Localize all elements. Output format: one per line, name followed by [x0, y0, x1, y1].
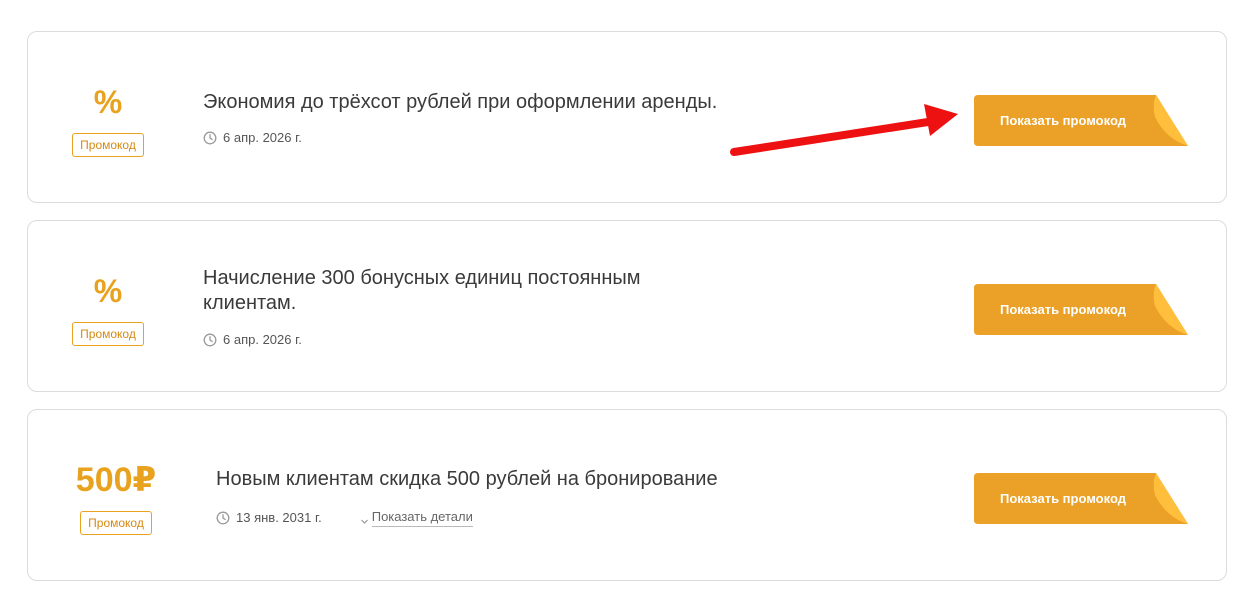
- show-promocode-label: Показать промокод: [1000, 113, 1126, 128]
- promo-value: 500₽: [75, 461, 157, 499]
- promo-card: % Промокод Экономия до трёхсот рублей пр…: [27, 31, 1227, 203]
- promo-card: 500₽ Промокод Новым клиентам скидка 500 …: [27, 409, 1227, 581]
- show-promocode-label: Показать промокод: [1000, 491, 1126, 506]
- promo-value: %: [93, 273, 123, 309]
- promo-meta: 13 янв. 2031 г. Показать детали: [216, 509, 473, 527]
- promo-title: Начисление 300 бонусных единиц постоянны…: [203, 267, 641, 314]
- clock-icon: [203, 333, 217, 347]
- promo-value: %: [93, 84, 123, 120]
- show-promocode-button[interactable]: Показать промокод: [974, 95, 1188, 146]
- show-promocode-button[interactable]: Показать промокод: [974, 284, 1188, 335]
- promo-badge: Промокод: [72, 322, 144, 346]
- clock-icon: [203, 131, 217, 145]
- promo-card: % Промокод Начисление 300 бонусных едини…: [27, 220, 1227, 392]
- promo-list: % Промокод Экономия до трёхсот рублей пр…: [0, 0, 1236, 592]
- promo-meta: 6 апр. 2026 г.: [203, 130, 302, 146]
- clock-icon: [216, 511, 230, 525]
- chevron-down-icon: [360, 514, 369, 524]
- show-promocode-label: Показать промокод: [1000, 302, 1126, 317]
- promo-badge: Промокод: [80, 511, 152, 535]
- show-details-link[interactable]: Показать детали: [360, 509, 473, 527]
- promo-title: Экономия до трёхсот рублей при оформлени…: [203, 91, 718, 113]
- promo-discount: % Промокод: [66, 84, 150, 157]
- show-details-label: Показать детали: [371, 509, 473, 527]
- red-arrow-icon: [728, 104, 968, 165]
- promo-date: 6 апр. 2026 г.: [223, 332, 302, 347]
- show-promocode-button[interactable]: Показать промокод: [974, 473, 1188, 524]
- promo-badge: Промокод: [72, 133, 144, 157]
- promo-date: 13 янв. 2031 г.: [236, 510, 322, 525]
- promo-discount: % Промокод: [66, 273, 150, 346]
- promo-meta: 6 апр. 2026 г.: [203, 332, 302, 348]
- promo-date: 6 апр. 2026 г.: [223, 130, 302, 145]
- promo-discount: 500₽ Промокод: [66, 462, 166, 535]
- promo-title: Новым клиентам скидка 500 рублей на брон…: [216, 468, 718, 490]
